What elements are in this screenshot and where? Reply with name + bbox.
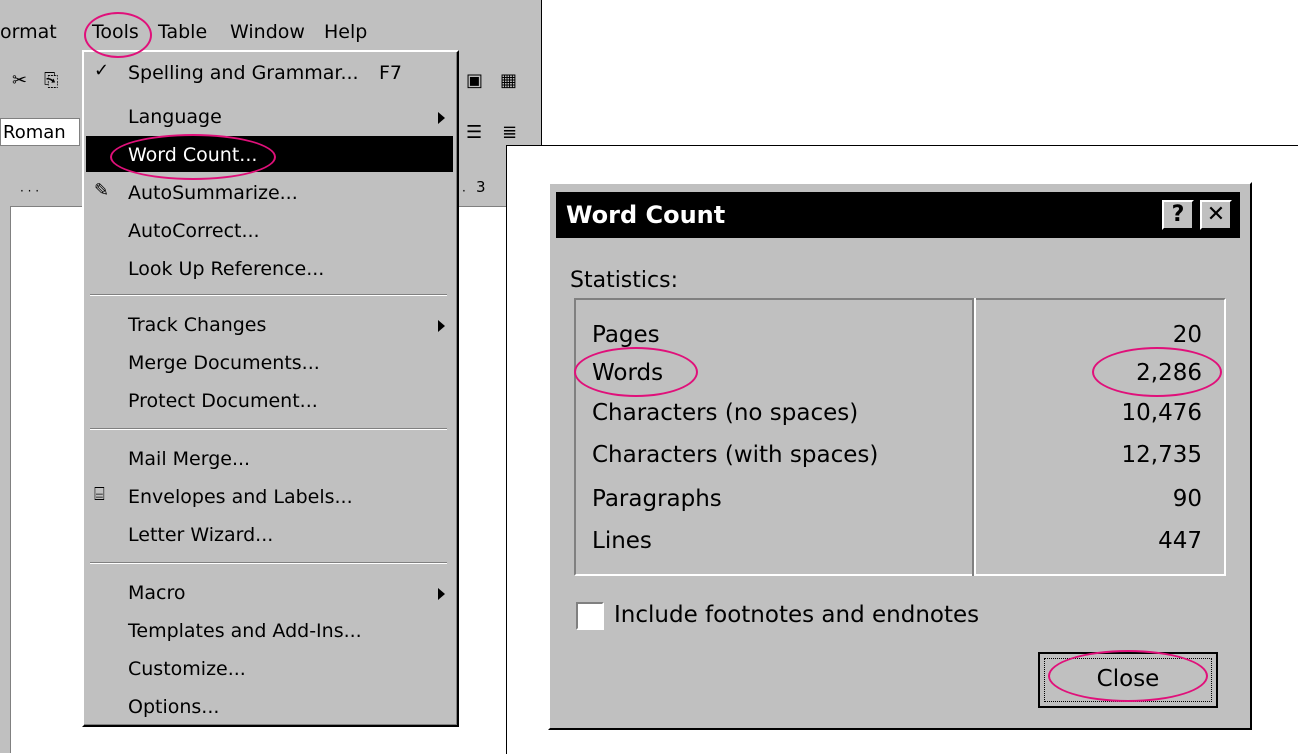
menu-item-word-count[interactable]: Word Count...	[128, 144, 257, 166]
menu-item-autocorrect[interactable]: AutoCorrect...	[128, 220, 260, 242]
insert-table-icon[interactable]: ▦	[500, 70, 517, 91]
ruler-tick: ·	[462, 184, 466, 198]
stat-value-chars-no-spaces: 10,476	[1121, 400, 1202, 426]
menu-item-templates-addins[interactable]: Templates and Add-Ins...	[128, 620, 362, 642]
menu-separator	[90, 428, 447, 430]
font-name-box[interactable]: Roman	[0, 118, 80, 146]
stat-label-paragraphs: Paragraphs	[592, 486, 722, 512]
menu-bar: ormat Tools Table Window Help	[0, 18, 541, 50]
dialog-title: Word Count	[566, 201, 726, 229]
spelling-shortcut: F7	[379, 62, 403, 84]
autosummarize-icon: ✎	[94, 180, 110, 201]
close-x-button[interactable]: ✕	[1200, 200, 1232, 230]
menu-item-macro[interactable]: Macro	[128, 582, 186, 604]
dialog-titlebar: Word Count ? ✕	[556, 192, 1240, 238]
draw-table-icon[interactable]: ▣	[466, 70, 483, 91]
copy-icon[interactable]: ⎘	[44, 70, 58, 91]
include-footnotes-label[interactable]: Include footnotes and endnotes	[614, 602, 979, 628]
menu-item-mail-merge[interactable]: Mail Merge...	[128, 448, 250, 470]
stat-value-lines: 447	[1158, 528, 1202, 554]
menu-table[interactable]: Table	[158, 21, 207, 43]
submenu-arrow-icon	[438, 320, 445, 332]
menu-item-track-changes[interactable]: Track Changes	[128, 314, 266, 336]
statistics-column-divider	[972, 298, 976, 576]
word-app-window: ormat Tools Table Window Help ✂ ⎘ ▣ ▦ Ro…	[0, 0, 542, 753]
menu-help[interactable]: Help	[324, 21, 367, 43]
submenu-arrow-icon	[438, 112, 445, 124]
align-justify-icon[interactable]: ≣	[502, 122, 517, 143]
ruler-number: 3	[476, 178, 486, 196]
stat-value-pages: 20	[1172, 322, 1202, 348]
help-button[interactable]: ?	[1162, 200, 1194, 230]
menu-separator	[90, 294, 447, 296]
justify-icon[interactable]: ☰	[466, 122, 482, 143]
close-button[interactable]: Close	[1038, 652, 1218, 708]
stat-label-words: Words	[592, 360, 664, 386]
spelling-check-icon: ✓	[94, 60, 110, 81]
menu-item-spelling[interactable]: Spelling and Grammar...	[128, 62, 359, 84]
stat-value-paragraphs: 90	[1172, 486, 1202, 512]
menu-item-letter-wizard[interactable]: Letter Wizard...	[128, 524, 273, 546]
stat-label-lines: Lines	[592, 528, 652, 554]
menu-item-merge-documents[interactable]: Merge Documents...	[128, 352, 320, 374]
stat-value-words: 2,286	[1136, 360, 1202, 386]
menu-item-look-up-reference[interactable]: Look Up Reference...	[128, 258, 324, 280]
word-count-dialog: Word Count ? ✕ Statistics: Pages 20 Word…	[548, 182, 1252, 730]
menu-item-customize[interactable]: Customize...	[128, 658, 246, 680]
statistics-label: Statistics:	[570, 268, 678, 293]
envelope-icon: ⌸	[94, 484, 105, 505]
stat-label-pages: Pages	[592, 322, 660, 348]
statistics-table	[574, 298, 1226, 576]
ruler-tick: · · ·	[20, 184, 40, 198]
cut-icon[interactable]: ✂	[12, 70, 27, 91]
menu-item-autosummarize[interactable]: AutoSummarize...	[128, 182, 298, 204]
menu-tools[interactable]: Tools	[92, 21, 139, 43]
menu-separator	[90, 562, 447, 564]
tools-menu: ✓ Spelling and Grammar... F7 Language Wo…	[82, 50, 459, 727]
menu-format[interactable]: ormat	[0, 21, 57, 43]
include-footnotes-checkbox[interactable]	[576, 602, 604, 630]
menu-item-options[interactable]: Options...	[128, 696, 219, 718]
stat-value-chars-with-spaces: 12,735	[1121, 442, 1202, 468]
stat-label-chars-no-spaces: Characters (no spaces)	[592, 400, 859, 426]
menu-item-language[interactable]: Language	[128, 106, 222, 128]
close-button-focus-ring	[1044, 658, 1212, 702]
submenu-arrow-icon	[438, 588, 445, 600]
menu-window[interactable]: Window	[230, 21, 305, 43]
stat-label-chars-with-spaces: Characters (with spaces)	[592, 442, 879, 468]
menu-item-envelopes-labels[interactable]: Envelopes and Labels...	[128, 486, 353, 508]
menu-item-protect-document[interactable]: Protect Document...	[128, 390, 318, 412]
